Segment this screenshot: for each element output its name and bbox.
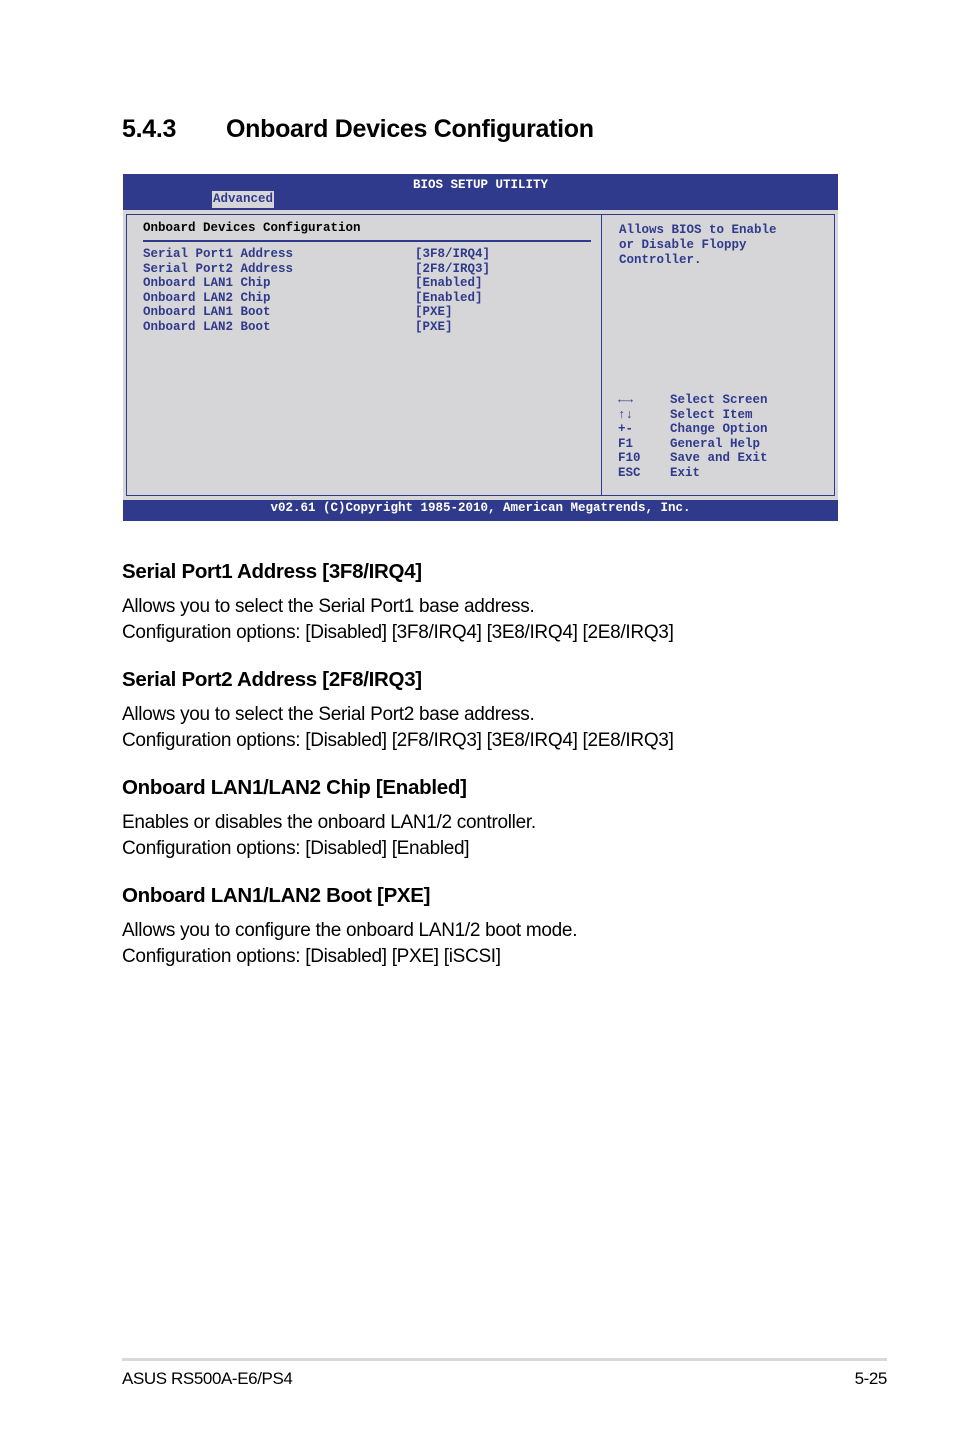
setting-value[interactable]: [PXE]	[415, 320, 453, 334]
setting-onboard-lan2-boot[interactable]: Onboard LAN2 Boot [PXE]	[143, 320, 453, 335]
footer-divider	[122, 1358, 887, 1361]
key-action: Exit	[670, 465, 701, 480]
divider	[143, 240, 591, 242]
key-legend-item: F1 General Help	[618, 437, 768, 452]
description-text: Allows you to configure the onboard LAN1…	[122, 920, 578, 941]
bios-help-panel: Allows BIOS to Enable or Disable Floppy …	[602, 214, 835, 496]
setting-onboard-lan1-boot[interactable]: Onboard LAN1 Boot [PXE]	[143, 305, 453, 320]
key-legend-item: +- Change Option	[618, 422, 768, 437]
setting-label: Onboard LAN2 Boot	[143, 319, 271, 334]
setting-onboard-lan1-chip[interactable]: Onboard LAN1 Chip [Enabled]	[143, 276, 483, 291]
section-heading: Onboard Devices Configuration	[226, 115, 594, 143]
options-text: Configuration options: [Disabled] [2F8/I…	[122, 730, 674, 751]
heading-serial-port2: Serial Port2 Address [2F8/IRQ3]	[122, 668, 422, 691]
key-name: ESC	[618, 465, 641, 480]
setting-value[interactable]: [3F8/IRQ4]	[415, 247, 490, 261]
up-down-arrows-icon: ↑↓	[618, 407, 634, 422]
key-name: F1	[618, 436, 634, 451]
key-action: General Help	[670, 436, 761, 451]
bios-settings-panel: Onboard Devices Configuration Serial Por…	[126, 214, 602, 496]
left-right-arrows-icon: ←→	[618, 393, 634, 407]
options-text: Configuration options: [Disabled] [PXE] …	[122, 946, 501, 967]
setting-label: Onboard LAN1 Chip	[143, 276, 271, 290]
key-legend-item: ←→ Select Screen	[618, 393, 768, 408]
options-text: Configuration options: [Disabled] [Enabl…	[122, 838, 470, 859]
description-lan-chip: Enables or disables the onboard LAN1/2 c…	[122, 810, 536, 862]
key-name: F10	[618, 451, 641, 465]
setting-label: Serial Port2 Address	[143, 261, 294, 276]
description-serial-port2: Allows you to select the Serial Port2 ba…	[122, 702, 674, 754]
description-serial-port1: Allows you to select the Serial Port1 ba…	[122, 594, 674, 646]
key-name: +-	[618, 422, 634, 436]
help-text: Allows BIOS to Enable or Disable Floppy …	[619, 223, 777, 267]
setting-serial-port2-address[interactable]: Serial Port2 Address [2F8/IRQ3]	[143, 262, 490, 277]
setting-label: Onboard LAN1 Boot	[143, 305, 271, 319]
footer-page-number: 5-25	[854, 1369, 888, 1388]
options-text: Configuration options: [Disabled] [3F8/I…	[122, 622, 674, 643]
heading-lan-boot: Onboard LAN1/LAN2 Boot [PXE]	[122, 884, 431, 907]
setting-label: Serial Port1 Address	[143, 247, 294, 261]
key-legend-item: ESC Exit	[618, 466, 768, 481]
heading-lan-chip: Onboard LAN1/LAN2 Chip [Enabled]	[122, 776, 467, 799]
setting-label: Onboard LAN2 Chip	[143, 290, 271, 305]
key-legend: ←→ Select Screen ↑↓ Select Item +- Change O…	[618, 393, 768, 480]
key-action: Select Screen	[670, 393, 768, 407]
section-title: 5.4.3 Onboard Devices Configuration	[122, 115, 594, 144]
description-text: Enables or disables the onboard LAN1/2 c…	[122, 812, 536, 833]
bios-panel-title: Onboard Devices Configuration	[143, 221, 361, 235]
footer-product-name: ASUS RS500A-E6/PS4	[122, 1369, 293, 1388]
bios-screenshot: BIOS SETUP UTILITY Advanced Onboard Devi…	[123, 174, 838, 521]
heading-serial-port1: Serial Port1 Address [3F8/IRQ4]	[122, 560, 422, 583]
section-number: 5.4.3	[122, 115, 177, 143]
description-text: Allows you to select the Serial Port2 ba…	[122, 704, 535, 725]
setting-value[interactable]: [2F8/IRQ3]	[415, 262, 490, 276]
key-legend-item: F10 Save and Exit	[618, 451, 768, 466]
setting-onboard-lan2-chip[interactable]: Onboard LAN2 Chip [Enabled]	[143, 291, 483, 306]
setting-value[interactable]: [Enabled]	[415, 276, 483, 290]
tab-advanced[interactable]: Advanced	[212, 191, 275, 208]
key-action: Select Item	[670, 407, 753, 422]
bios-title: BIOS SETUP UTILITY	[412, 178, 549, 192]
key-legend-item: ↑↓ Select Item	[618, 408, 768, 423]
bios-footer: v02.61 (C)Copyright 1985-2010, American …	[123, 500, 838, 521]
key-action: Change Option	[670, 422, 768, 436]
bios-header: BIOS SETUP UTILITY Advanced	[123, 174, 838, 210]
description-lan-boot: Allows you to configure the onboard LAN1…	[122, 918, 577, 970]
description-text: Allows you to select the Serial Port1 ba…	[122, 596, 535, 617]
setting-value[interactable]: [PXE]	[415, 305, 453, 319]
setting-serial-port1-address[interactable]: Serial Port1 Address [3F8/IRQ4]	[143, 247, 490, 262]
setting-value[interactable]: [Enabled]	[415, 291, 483, 305]
key-action: Save and Exit	[670, 451, 768, 465]
